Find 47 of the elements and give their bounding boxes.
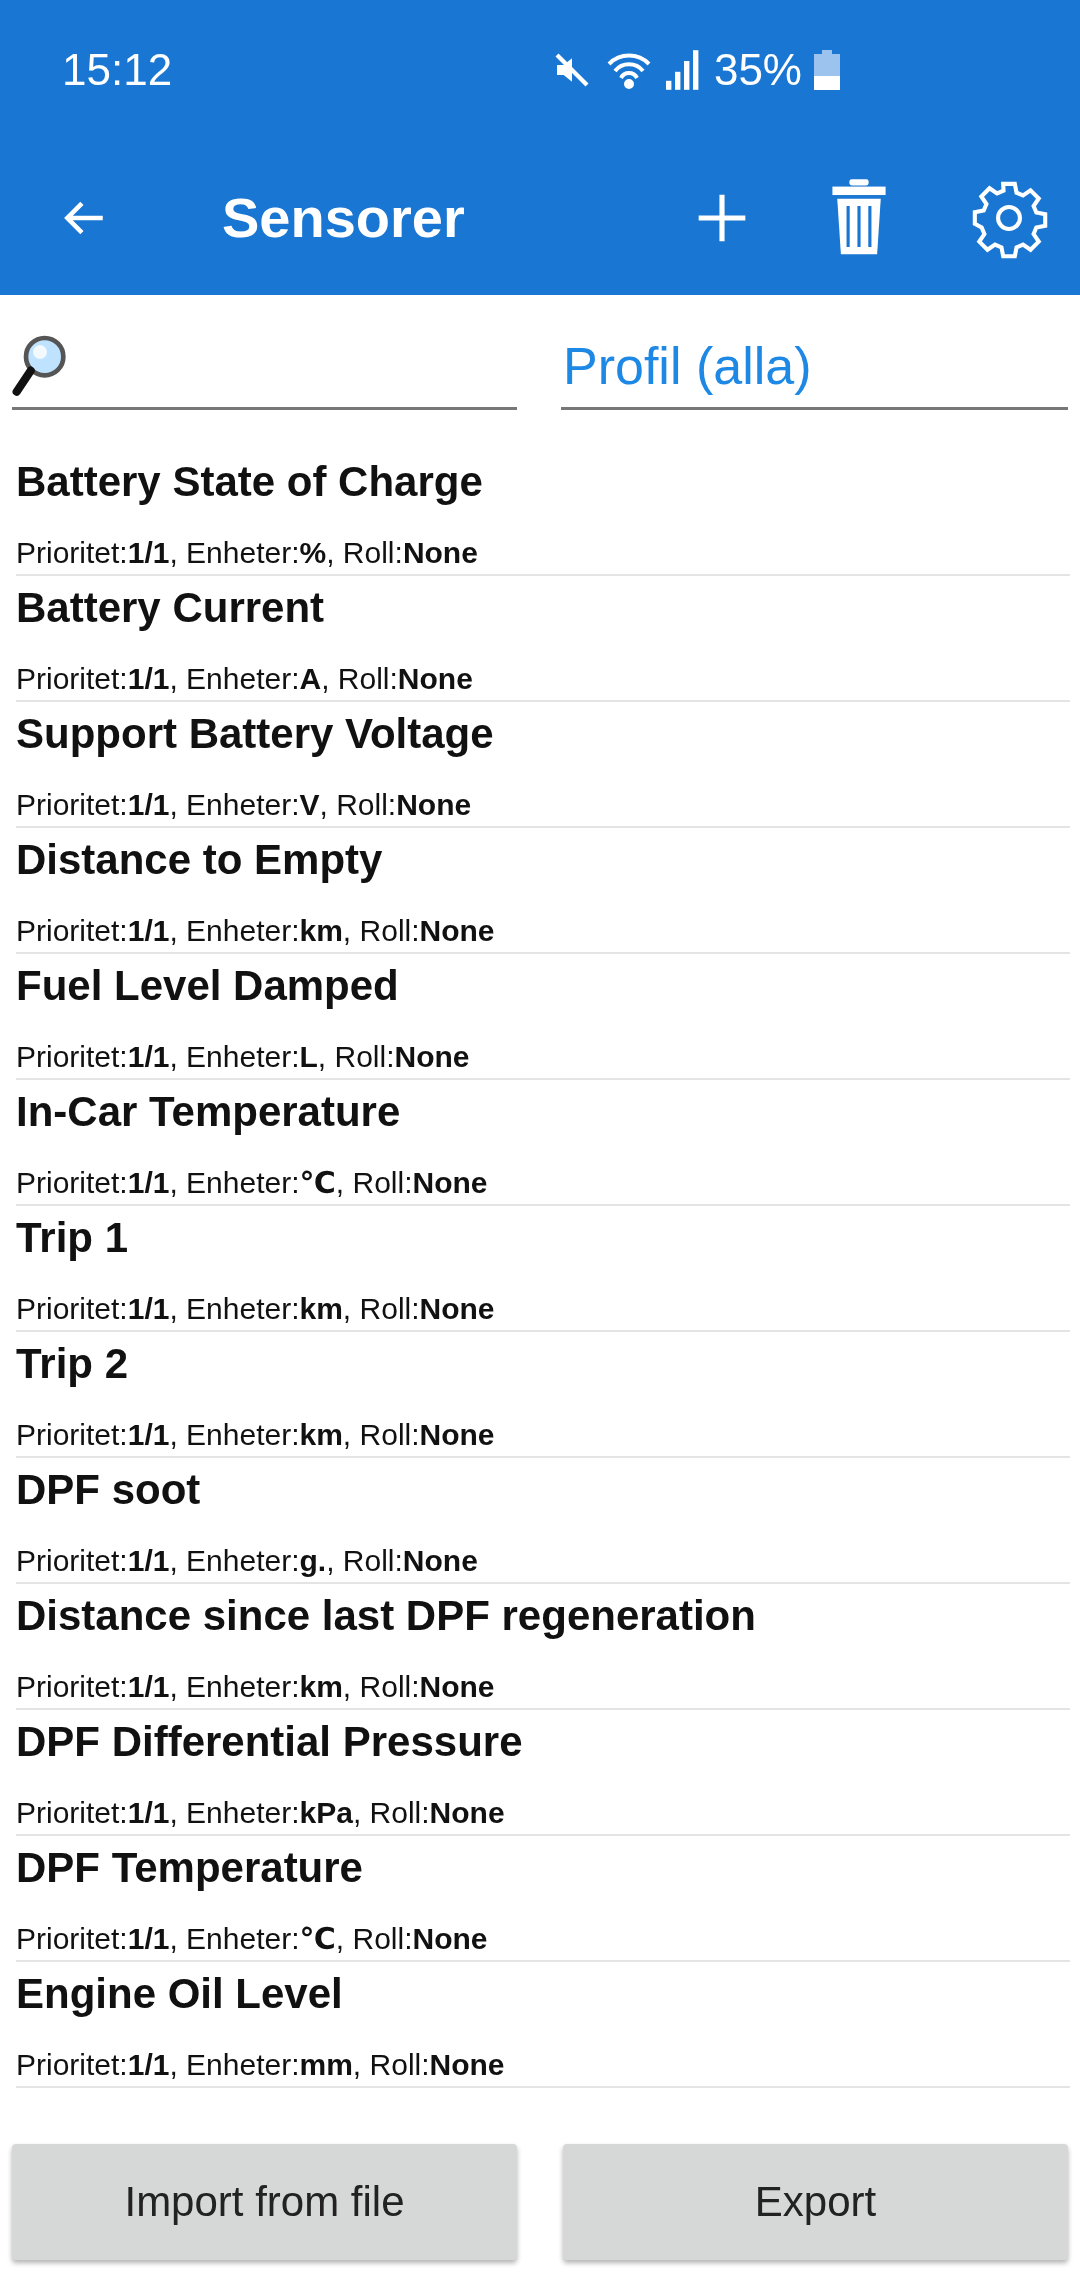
status-time: 15:12 bbox=[62, 45, 173, 95]
sensor-details: Prioritet:1/1, Enheter:km, Roll:None bbox=[16, 1292, 496, 1326]
sensor-list-item[interactable]: Distance to Empty Prioritet:1/1, Enheter:km, Roll:None bbox=[16, 828, 1070, 954]
sensor-name: In-Car Temperature bbox=[16, 1088, 402, 1136]
screen-title: Sensorer bbox=[222, 185, 466, 250]
import-button[interactable]: Import from file bbox=[12, 2144, 517, 2260]
sensor-name: Trip 2 bbox=[16, 1340, 130, 1388]
sensor-details: Prioritet:1/1, Enheter:A, Roll:None bbox=[16, 662, 474, 696]
sensor-details: Prioritet:1/1, Enheter:℃, Roll:None bbox=[16, 1165, 489, 1200]
search-icon bbox=[12, 333, 68, 399]
sensor-list-item[interactable]: In-Car Temperature Prioritet:1/1, Enheter:℃, Roll:None bbox=[16, 1080, 1070, 1206]
sensor-list-item[interactable]: Battery State of Charge Prioritet:1/1, Enheter:%, Roll:None bbox=[16, 450, 1070, 576]
sensor-details: Prioritet:1/1, Enheter:km, Roll:None bbox=[16, 1670, 496, 1704]
sensor-list-item[interactable]: Distance since last DPF regeneration Prioritet:1/1, Enheter:km, Roll:None bbox=[16, 1584, 1070, 1710]
sensor-name: Fuel Level Damped bbox=[16, 962, 400, 1010]
sensor-list-item[interactable]: DPF Differential Pressure Prioritet:1/1, Enheter:kPa, Roll:None bbox=[16, 1710, 1070, 1836]
sensor-details: Prioritet:1/1, Enheter:km, Roll:None bbox=[16, 914, 496, 948]
sensor-name: Support Battery Voltage bbox=[16, 710, 495, 758]
battery-percentage: 35% bbox=[713, 45, 802, 95]
sensor-name: DPF soot bbox=[16, 1466, 202, 1514]
sensor-details: Prioritet:1/1, Enheter:mm, Roll:None bbox=[16, 2048, 506, 2082]
sensor-name: Distance since last DPF regeneration bbox=[16, 1592, 757, 1640]
sensor-details: Prioritet:1/1, Enheter:km, Roll:None bbox=[16, 1418, 496, 1452]
sensor-details: Prioritet:1/1, Enheter:%, Roll:None bbox=[16, 536, 479, 570]
sensor-list-item[interactable]: Support Battery Voltage Prioritet:1/1, Enheter:V, Roll:None bbox=[16, 702, 1070, 828]
sensor-details: Prioritet:1/1, Enheter:℃, Roll:None bbox=[16, 1921, 489, 1956]
sensor-list-item[interactable]: Engine Oil Level Prioritet:1/1, Enheter:mm, Roll:None bbox=[16, 1962, 1070, 2088]
sensor-list-item[interactable]: DPF Temperature Prioritet:1/1, Enheter:℃, Roll:None bbox=[16, 1836, 1070, 1962]
profile-dropdown[interactable]: Profil (alla) bbox=[561, 325, 1068, 410]
sensor-details: Prioritet:1/1, Enheter:V, Roll:None bbox=[16, 788, 473, 822]
sensor-list-item[interactable]: DPF soot Prioritet:1/1, Enheter:g., Roll:None bbox=[16, 1458, 1070, 1584]
sensor-name: Battery Current bbox=[16, 584, 326, 632]
sensor-list-item[interactable]: Trip 1 Prioritet:1/1, Enheter:km, Roll:None bbox=[16, 1206, 1070, 1332]
sensor-name: Trip 1 bbox=[16, 1214, 130, 1262]
export-button[interactable]: Export bbox=[563, 2144, 1068, 2260]
sensor-name: Distance to Empty bbox=[16, 836, 384, 884]
sensor-details: Prioritet:1/1, Enheter:L, Roll:None bbox=[16, 1040, 471, 1074]
battery-icon bbox=[814, 50, 840, 90]
sensor-name: Engine Oil Level bbox=[16, 1970, 344, 2018]
sensor-details: Prioritet:1/1, Enheter:kPa, Roll:None bbox=[16, 1796, 506, 1830]
sensor-list-item[interactable]: Trip 2 Prioritet:1/1, Enheter:km, Roll:None bbox=[16, 1332, 1070, 1458]
sensor-details: Prioritet:1/1, Enheter:g., Roll:None bbox=[16, 1544, 479, 1578]
sensor-name: Battery State of Charge bbox=[16, 458, 484, 506]
sensor-name: DPF Temperature bbox=[16, 1844, 364, 1892]
sensor-list-item[interactable]: Fuel Level Damped Prioritet:1/1, Enheter:L, Roll:None bbox=[16, 954, 1070, 1080]
sensor-name: DPF Differential Pressure bbox=[16, 1718, 524, 1766]
sensor-list-item[interactable]: Battery Current Prioritet:1/1, Enheter:A, Roll:None bbox=[16, 576, 1070, 702]
